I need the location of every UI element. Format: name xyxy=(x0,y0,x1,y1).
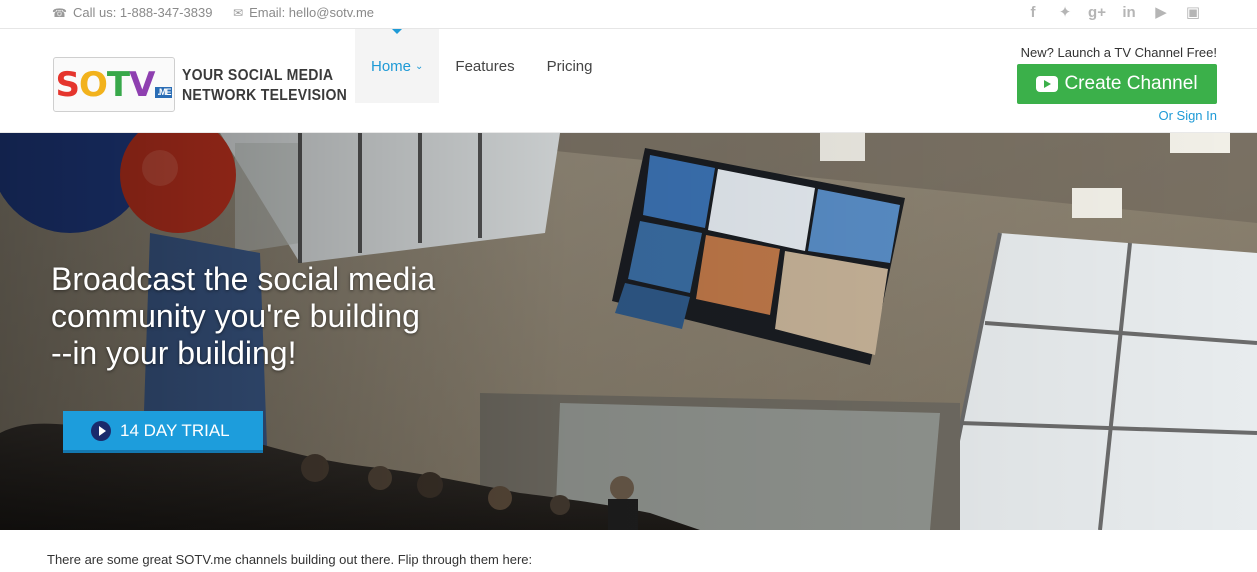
main-nav: Home ⌄ Features Pricing xyxy=(355,29,608,103)
channels-intro-text: There are some great SOTV.me channels bu… xyxy=(47,552,533,567)
youtube-play-icon xyxy=(1036,76,1059,92)
email-text: Email: hello@sotv.me xyxy=(249,5,375,20)
chevron-down-icon: ⌄ xyxy=(415,60,424,72)
trial-button[interactable]: 14 DAY TRIAL xyxy=(63,411,263,453)
logo-letter-t: T xyxy=(106,64,130,105)
phone-text: Call us: 1-888-347-3839 xyxy=(72,5,213,20)
nav-pricing-label: Pricing xyxy=(546,57,593,75)
logo-wordmark: S O T V .ME xyxy=(56,68,173,102)
logo-letter-o: O xyxy=(79,64,108,105)
youtube-icon[interactable]: ▶ xyxy=(1145,4,1177,22)
nav-item-features[interactable]: Features xyxy=(439,29,530,103)
tagline-line-2: NETWORK TELEVISION xyxy=(182,87,348,104)
site-header: S O T V .ME YOUR SOCIAL MEDIA NETWORK TE… xyxy=(0,29,1257,133)
sign-in-link[interactable]: Or Sign In xyxy=(1017,108,1217,123)
hero-headline: Broadcast the social media community you… xyxy=(51,261,491,372)
nav-item-pricing[interactable]: Pricing xyxy=(531,29,609,103)
facebook-icon[interactable]: f xyxy=(1017,4,1049,22)
hero-line-1: Broadcast the social media xyxy=(51,261,436,297)
hero-line-2: community you're building xyxy=(51,298,420,334)
top-bar: ☎ Call us: 1-888-347-3839 ✉ Email: hello… xyxy=(0,0,1257,29)
nav-item-home[interactable]: Home ⌄ xyxy=(355,29,440,103)
logo-letter-s: S xyxy=(55,64,80,105)
logo-suffix: .ME xyxy=(155,86,173,98)
phone-contact[interactable]: ☎ Call us: 1-888-347-3839 xyxy=(52,5,212,20)
hero-banner: Broadcast the social media community you… xyxy=(0,133,1257,530)
create-channel-button[interactable]: Create Channel xyxy=(1017,64,1217,104)
envelope-icon: ✉ xyxy=(233,5,244,20)
logo-letter-v: V xyxy=(129,64,155,105)
cta-area: New? Launch a TV Channel Free! Create Ch… xyxy=(1017,45,1217,123)
instagram-icon[interactable]: ▣ xyxy=(1177,4,1209,22)
create-channel-label: Create Channel xyxy=(1064,73,1198,94)
linkedin-icon[interactable]: in xyxy=(1113,4,1145,22)
cta-note: New? Launch a TV Channel Free! xyxy=(1020,45,1217,60)
email-contact[interactable]: ✉ Email: hello@sotv.me xyxy=(233,5,374,20)
site-logo[interactable]: S O T V .ME xyxy=(53,57,175,112)
phone-icon: ☎ xyxy=(52,5,67,20)
tagline-line-1: YOUR SOCIAL MEDIA xyxy=(182,67,334,84)
trial-button-label: 14 DAY TRIAL xyxy=(120,420,230,440)
nav-features-label: Features xyxy=(455,57,515,75)
nav-home-label: Home xyxy=(371,57,412,75)
logo-tagline: YOUR SOCIAL MEDIA NETWORK TELEVISION xyxy=(182,66,347,106)
twitter-icon[interactable]: ✦ xyxy=(1049,4,1081,22)
social-links: f ✦ g+ in ▶ ▣ xyxy=(1017,4,1209,22)
google-plus-icon[interactable]: g+ xyxy=(1081,4,1113,22)
play-circle-icon xyxy=(91,420,111,441)
hero-line-3: --in your building! xyxy=(51,335,297,371)
